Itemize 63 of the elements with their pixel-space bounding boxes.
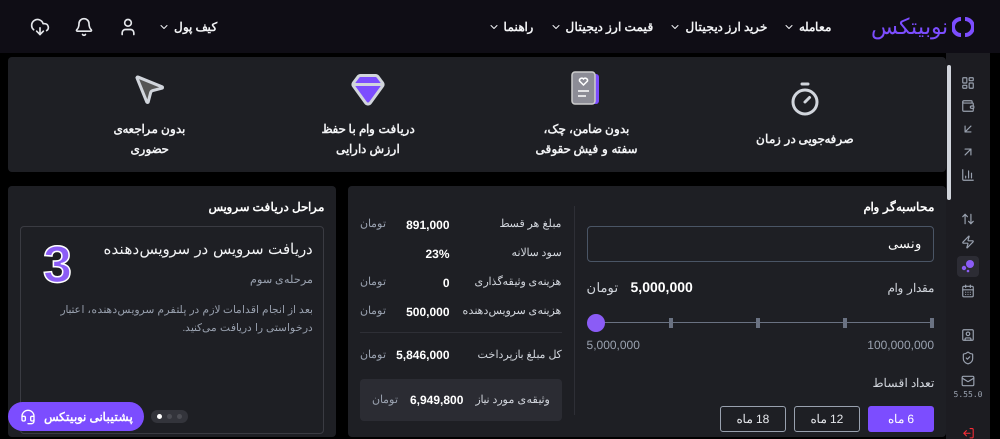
- collateral-label: وثیقه‌ی مورد نیاز: [475, 392, 550, 408]
- steps-title: مراحل دریافت سرویس: [207, 199, 324, 216]
- slider-max: 100,000,000: [867, 337, 934, 354]
- feature-text: صرفه‌جویی در زمان: [756, 130, 854, 148]
- result-label: هزینه‌ی سرویس‌دهنده: [461, 304, 562, 320]
- loan-slider[interactable]: [586, 314, 934, 332]
- bell-icon[interactable]: [74, 16, 94, 36]
- step-number: 3: [43, 239, 72, 291]
- collateral-value: 6,949,800: [410, 392, 464, 409]
- step-title: دریافت سرویس در سرویس‌دهنده: [103, 240, 313, 260]
- result-value: 0: [442, 274, 450, 292]
- download-icon[interactable]: [30, 16, 50, 36]
- installment-option[interactable]: 6 ماه: [868, 406, 934, 432]
- feature-text: بدون ضامن، چک، سفته و فیش حقوقی: [535, 120, 638, 158]
- slider-thumb[interactable]: [586, 314, 605, 332]
- total-unit: تومان: [360, 348, 386, 363]
- installments-label: تعداد اقساط: [872, 375, 934, 392]
- provider-field[interactable]: ونسی: [586, 226, 934, 262]
- result-unit: تومان: [360, 304, 386, 320]
- version-text: 5.55.0: [954, 388, 982, 401]
- result-unit: تومان: [360, 217, 386, 232]
- feature-text: دریافت وام با حفظ ارزش دارایی: [321, 120, 414, 158]
- slider-min: 5,000,000: [586, 337, 640, 354]
- support-button[interactable]: پشتیبانی نوبیتکس: [8, 402, 144, 431]
- result-label: سود سالانه: [510, 246, 562, 262]
- logout-icon[interactable]: [962, 426, 974, 439]
- shield-check-icon[interactable]: [961, 350, 975, 365]
- amount-value: 5,000,000: [630, 278, 693, 297]
- step-subtitle: مرحله‌ی سوم: [248, 272, 313, 288]
- nav-link[interactable]: قیمت ارز دیجیتال: [550, 18, 654, 36]
- nav-link[interactable]: راهنما: [488, 18, 534, 36]
- feature-text: بدون مراجعه‌ی حضوری: [114, 120, 185, 158]
- logo-text: نوبیتکس: [871, 13, 948, 42]
- result-label: هزینه‌ی وثیقه‌گذاری: [473, 274, 562, 290]
- bubbles-icon: [961, 259, 975, 274]
- step-description: بعد از انجام اقدامات لازم در پلتفرم سرویس‌دهنده، اعتبار درخواستی را دریافت می‌کنید.: [59, 303, 313, 336]
- swap-icon[interactable]: [961, 212, 975, 226]
- result-value: 500,000: [405, 304, 450, 320]
- installment-option[interactable]: 18 ماه: [720, 406, 786, 432]
- total-label: کل مبلغ بازپرداخت: [476, 348, 562, 363]
- result-unit: تومان: [360, 275, 386, 290]
- installment-option[interactable]: 12 ماه: [794, 406, 860, 432]
- profile-icon[interactable]: [961, 328, 975, 342]
- result-value: 23%: [424, 246, 450, 262]
- bolt-icon[interactable]: [961, 235, 975, 250]
- dashboard-icon[interactable]: [961, 76, 975, 90]
- collateral-unit: تومان: [372, 392, 398, 408]
- total-value: 5,846,000: [395, 347, 450, 364]
- amount-unit: تومان: [586, 278, 619, 298]
- result-value: 891,000: [405, 216, 450, 234]
- nav-link[interactable]: خرید ارز دیجیتال: [669, 18, 767, 36]
- loan-nav-item[interactable]: [957, 256, 979, 277]
- logo-icon: [952, 16, 974, 38]
- result-label: مبلغ هر قسط: [498, 217, 562, 232]
- calculator-title: محاسبه‌گر وام: [862, 199, 934, 216]
- headset-icon: [20, 408, 36, 424]
- wallet-icon[interactable]: [961, 98, 975, 113]
- wallet-menu[interactable]: کیف پول: [158, 18, 218, 36]
- nav-link[interactable]: معامله: [783, 18, 831, 36]
- amount-label: مقدار وام: [888, 280, 934, 296]
- calendar-icon[interactable]: [961, 284, 975, 298]
- bar-chart-icon[interactable]: [961, 168, 975, 182]
- mail-icon[interactable]: [961, 374, 975, 388]
